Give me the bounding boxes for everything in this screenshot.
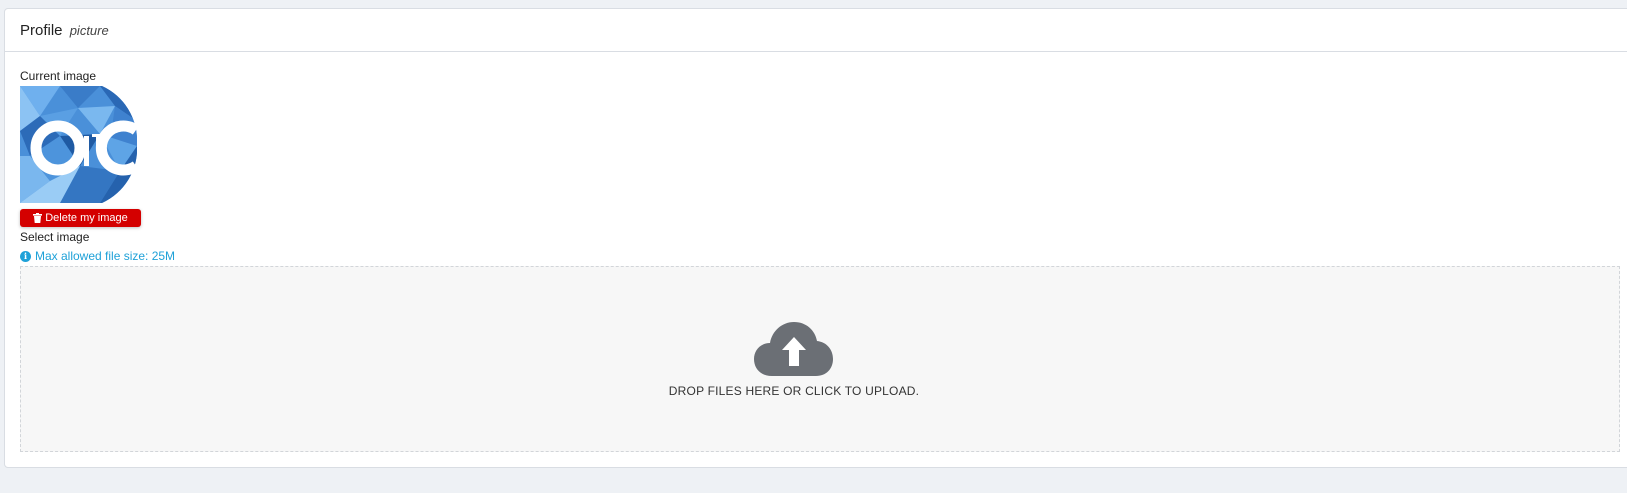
select-image-label: Select image [20,230,90,244]
max-file-size-text: Max allowed file size: 25M [35,249,176,263]
profile-picture-card: Profile picture Current image Delete my … [4,8,1627,468]
card-title-sub: picture [69,22,109,38]
trash-icon [33,213,43,223]
delete-button-label: Delete my image [45,212,128,224]
max-file-size-hint: i Max allowed file size: 25M [20,249,175,263]
card-header: Profile picture [5,9,1627,52]
info-icon: i [20,250,31,262]
delete-image-button[interactable]: Delete my image [20,209,141,227]
card-title-main: Profile [20,21,63,39]
card-title: Profile picture [20,22,109,39]
current-profile-image [20,86,137,203]
cloud-upload-icon [754,322,833,376]
dropzone-text: DROP FILES HERE OR CLICK TO UPLOAD. [668,384,920,398]
current-image-label: Current image [20,69,97,83]
file-dropzone[interactable]: DROP FILES HERE OR CLICK TO UPLOAD. [20,266,1620,452]
